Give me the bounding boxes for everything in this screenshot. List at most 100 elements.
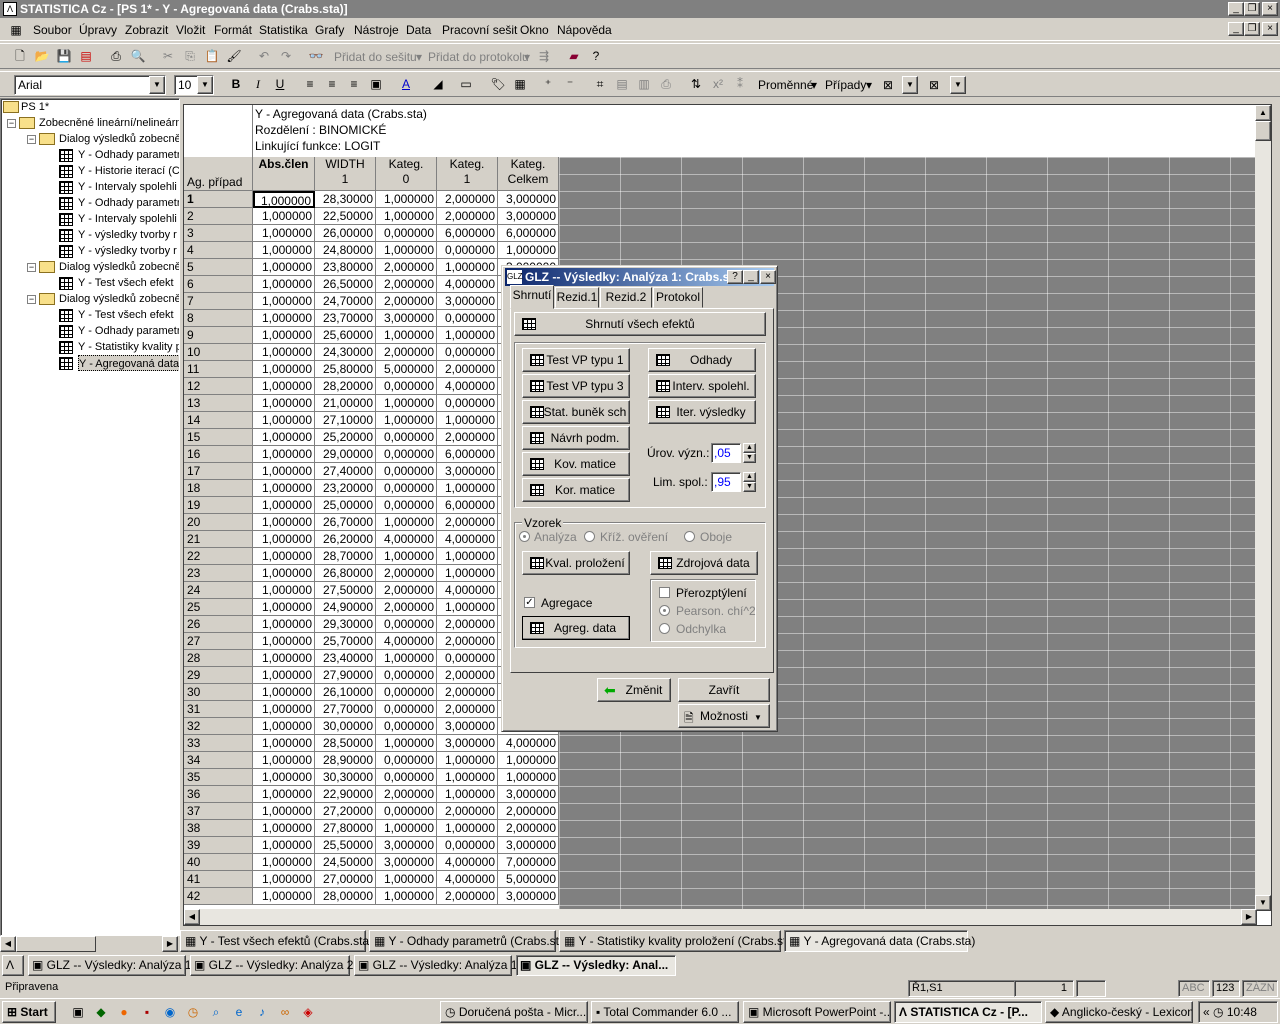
tab-test-vsech-efektu[interactable]: ▦ Y - Test všech efektů (Crabs.sta) (180, 930, 373, 952)
table-cell[interactable]: 4,000000 (498, 735, 559, 752)
row-header[interactable]: 20 (184, 514, 253, 531)
binoculars-icon[interactable]: 👓 (308, 48, 324, 64)
scroll-down-button[interactable]: ▼ (1255, 895, 1271, 911)
tree-item[interactable]: Y - Intervaly spolehli (78, 211, 177, 227)
table-cell[interactable]: 0,000000 (437, 242, 498, 259)
table-cell[interactable]: 2,000000 (437, 616, 498, 633)
save-icon[interactable]: 💾 (56, 48, 72, 64)
table-cell[interactable]: 1,000000 (253, 208, 315, 225)
dialog-help-button[interactable]: ? (727, 270, 743, 284)
table-cell[interactable]: 4,000000 (437, 378, 498, 395)
table-cell[interactable]: 1,000000 (437, 752, 498, 769)
result-button[interactable]: Test VP typu 3 (522, 374, 630, 398)
table-cell[interactable]: 2,000000 (498, 820, 559, 837)
table-cell[interactable]: 27,20000 (315, 803, 376, 820)
table-cell[interactable]: 1,000000 (253, 548, 315, 565)
collapse-icon[interactable]: − (7, 119, 16, 128)
tray-expand-icon[interactable]: « (1203, 1005, 1210, 1019)
table-cell[interactable]: 1,000000 (253, 786, 315, 803)
tree-glz-node[interactable]: Zobecněné lineární/nelineárn (39, 115, 179, 131)
table-cell[interactable]: 24,50000 (315, 854, 376, 871)
row-header[interactable]: 35 (184, 769, 253, 786)
row-header[interactable]: 15 (184, 429, 253, 446)
minimized-window[interactable]: ▣ GLZ -- Výsledky: Analýza 1... (354, 955, 527, 976)
music-icon[interactable]: ♪ (254, 1004, 270, 1020)
table-cell[interactable]: 1,000000 (253, 769, 315, 786)
table-cell[interactable]: 27,10000 (315, 412, 376, 429)
row-header[interactable]: 14 (184, 412, 253, 429)
table-cell[interactable]: 1,000000 (376, 395, 437, 412)
table-cell[interactable]: 30,00000 (315, 718, 376, 735)
table-cell[interactable]: 4,000000 (437, 531, 498, 548)
table-cell[interactable]: 29,30000 (315, 616, 376, 633)
table-cell[interactable]: 28,50000 (315, 735, 376, 752)
redo-icon[interactable]: ↷ (278, 48, 294, 64)
table-cell[interactable]: 2,000000 (437, 888, 498, 905)
row-header[interactable]: 33 (184, 735, 253, 752)
source-data-button[interactable]: Zdrojová data (650, 551, 758, 575)
underline-icon[interactable]: U (272, 76, 288, 92)
transform-icon[interactable]: ⁑ (732, 76, 748, 92)
table-cell[interactable]: 3,000000 (437, 463, 498, 480)
row-header[interactable]: 41 (184, 871, 253, 888)
table-cell[interactable]: 3,000000 (376, 310, 437, 327)
result-button[interactable]: Iter. výsledky (648, 400, 756, 424)
tab-rezid2[interactable]: Rezid.2 (600, 287, 652, 308)
table-cell[interactable]: 0,000000 (376, 497, 437, 514)
dialog-minimize-button[interactable]: _ (743, 270, 759, 284)
taskbar-lexicon[interactable]: ◆ Anglicko-český - Lexicon (1045, 1001, 1193, 1023)
table-cell[interactable]: 1,000000 (437, 548, 498, 565)
table-cell[interactable]: 4,000000 (437, 276, 498, 293)
tab-protokol[interactable]: Protokol (653, 287, 703, 308)
table-cell[interactable]: 6,000000 (437, 497, 498, 514)
table-cell[interactable]: 28,00000 (315, 888, 376, 905)
cut-icon[interactable]: ✂ (160, 48, 176, 64)
table-cell[interactable]: 26,00000 (315, 225, 376, 242)
table-cell[interactable]: 1,000000 (253, 803, 315, 820)
grid-icon[interactable]: ▦ (512, 76, 528, 92)
close-button[interactable]: × (1262, 2, 1278, 16)
table-cell[interactable]: 26,70000 (315, 514, 376, 531)
row-header[interactable]: 3 (184, 225, 253, 242)
table-cell[interactable]: 1,000000 (253, 327, 315, 344)
column-header[interactable]: Abs.člen (253, 157, 315, 191)
table-cell[interactable]: 25,00000 (315, 497, 376, 514)
paste-icon[interactable]: 📋 (204, 48, 220, 64)
table-cell[interactable]: 1,000000 (253, 480, 315, 497)
table-cell[interactable]: 1,000000 (253, 293, 315, 310)
row-header[interactable]: 37 (184, 803, 253, 820)
result-button[interactable]: Kov. matice (522, 452, 630, 476)
row-header[interactable]: 29 (184, 667, 253, 684)
font-dropdown-icon[interactable]: ▼ (149, 76, 165, 94)
table-cell[interactable]: 2,000000 (437, 191, 498, 208)
table-cell[interactable]: 0,000000 (376, 752, 437, 769)
table-cell[interactable]: 22,90000 (315, 786, 376, 803)
table-cell[interactable]: 0,000000 (376, 446, 437, 463)
table-cell[interactable]: 0,000000 (376, 463, 437, 480)
table-cell[interactable]: 1,000000 (437, 480, 498, 497)
table-cell[interactable]: 25,70000 (315, 633, 376, 650)
row-header[interactable]: 22 (184, 548, 253, 565)
table-cell[interactable]: 1,000000 (253, 191, 315, 208)
confidence-spin-up[interactable]: ▲ (743, 472, 756, 482)
row-header[interactable]: 8 (184, 310, 253, 327)
table-cell[interactable]: 4,000000 (376, 531, 437, 548)
table-cell[interactable]: 1,000000 (253, 344, 315, 361)
row-header[interactable]: 1 (184, 191, 253, 208)
table-cell[interactable]: 26,20000 (315, 531, 376, 548)
add-to-workbook-button[interactable]: Přidat do sešitu (334, 50, 417, 64)
table-cell[interactable]: 23,70000 (315, 310, 376, 327)
table-cell[interactable]: 1,000000 (253, 871, 315, 888)
table-cell[interactable]: 1,000000 (253, 446, 315, 463)
column-header[interactable]: Kateg. Celkem (498, 157, 559, 191)
table-cell[interactable]: 1,000000 (376, 888, 437, 905)
confidence-spin-down[interactable]: ▼ (743, 482, 756, 492)
row-header[interactable]: 36 (184, 786, 253, 803)
table-cell[interactable]: 0,000000 (376, 769, 437, 786)
table-cell[interactable]: 3,000000 (376, 837, 437, 854)
print-icon[interactable]: ⎙ (108, 48, 124, 64)
table-cell[interactable]: 1,000000 (253, 395, 315, 412)
table-cell[interactable]: 1,000000 (253, 276, 315, 293)
table-cell[interactable]: 0,000000 (376, 667, 437, 684)
radio-odchylka[interactable] (659, 623, 670, 634)
